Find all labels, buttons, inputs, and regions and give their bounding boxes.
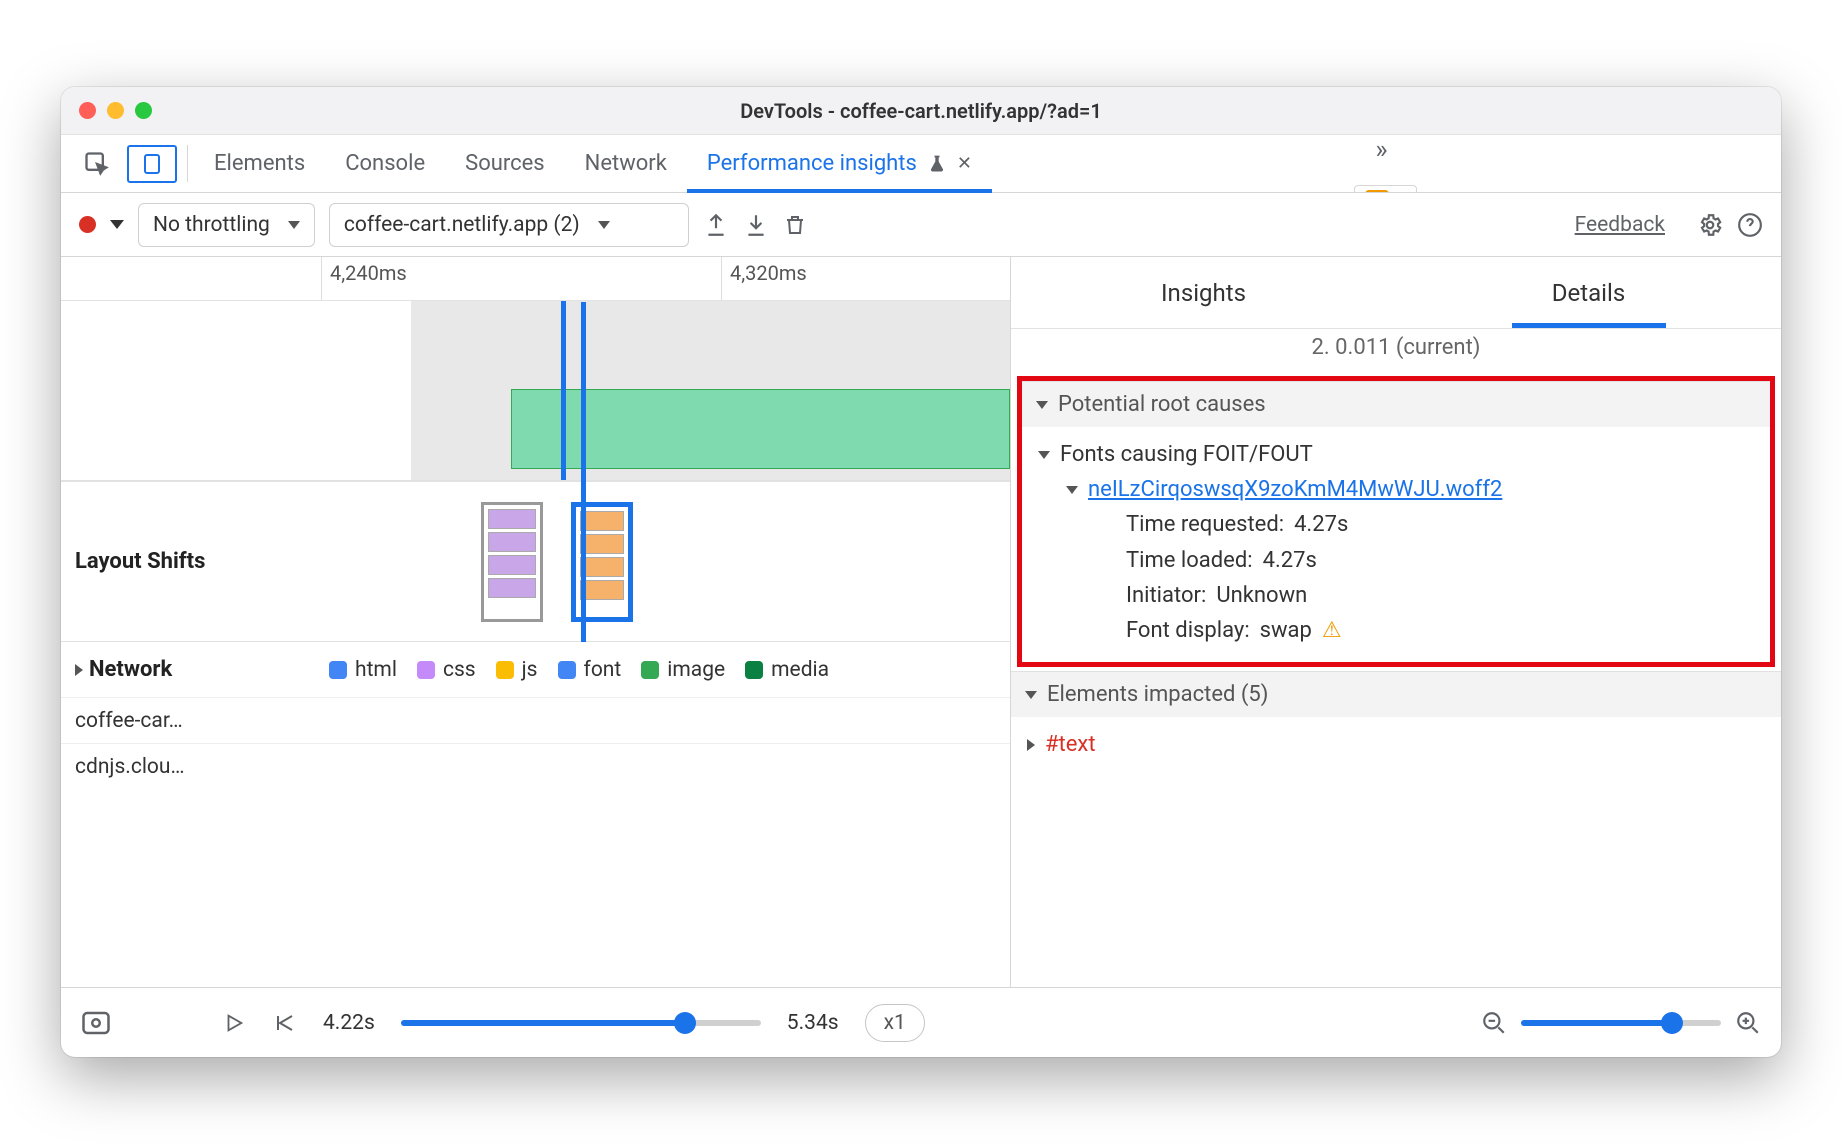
playback-end-time: 5.34s	[787, 1011, 839, 1035]
record-button[interactable]	[79, 216, 96, 233]
disclosure-open-icon	[1038, 451, 1050, 459]
issues-count: 1	[1395, 190, 1406, 192]
font-file-row[interactable]: neILzCirqoswsqX9zoKmM4MwWJU.woff2	[1038, 472, 1754, 507]
devtools-tabbar: Elements Console Sources Network Perform…	[61, 135, 1781, 193]
ruler-tick: 4,240ms	[321, 257, 407, 300]
upload-icon[interactable]	[703, 212, 729, 238]
font-display-row: Font display: swap ⚠	[1038, 613, 1754, 648]
play-icon[interactable]	[223, 1011, 245, 1035]
devtools-window: DevTools - coffee-cart.netlify.app/?ad=1…	[61, 87, 1781, 1057]
details-tabs: Insights Details	[1011, 257, 1781, 329]
tab-console[interactable]: Console	[325, 135, 445, 192]
current-item-label: 2. 0.011 (current)	[1011, 329, 1781, 372]
disclosure-icon	[75, 664, 83, 676]
tab-label: Performance insights	[707, 151, 917, 176]
time-ruler[interactable]: 4,240ms 4,320ms	[61, 257, 1010, 301]
disclosure-open-icon	[1066, 486, 1078, 494]
zoom-out-icon[interactable]	[1481, 1010, 1507, 1036]
time-loaded-row: Time loaded: 4.27s	[1038, 543, 1754, 578]
playback-slider[interactable]	[401, 1020, 761, 1026]
network-row-item[interactable]: cdnjs.clou…	[61, 743, 1010, 789]
playback-bar: 4.22s 5.34s x1	[61, 987, 1781, 1057]
section-root-causes[interactable]: Potential root causes	[1022, 382, 1770, 427]
page-select[interactable]: coffee-cart.netlify.app (2)	[329, 203, 689, 247]
timeline-panel: 4,240ms 4,320ms Layout Shifts	[61, 257, 1011, 987]
font-file-link[interactable]: neILzCirqoswsqX9zoKmM4MwWJU.woff2	[1088, 472, 1502, 507]
record-menu-caret[interactable]	[110, 220, 124, 229]
row-label[interactable]: Network	[61, 642, 321, 697]
time-requested-row: Time requested: 4.27s	[1038, 507, 1754, 542]
section-elements-impacted[interactable]: Elements impacted (5)	[1011, 672, 1781, 717]
zoom-in-icon[interactable]	[1735, 1010, 1761, 1036]
tab-close-icon[interactable]: ✕	[957, 153, 972, 174]
warning-icon: ⚠	[1322, 613, 1342, 648]
tab-performance-insights[interactable]: Performance insights ✕	[687, 135, 992, 192]
chevron-down-icon	[288, 221, 300, 229]
download-icon[interactable]	[743, 212, 769, 238]
inspect-element-icon[interactable]	[71, 135, 123, 192]
throttling-select[interactable]: No throttling	[138, 203, 315, 247]
details-panel: Insights Details 2. 0.011 (current) Pote…	[1011, 257, 1781, 987]
disclosure-icon	[1027, 739, 1035, 751]
rewind-to-start-icon[interactable]	[271, 1011, 297, 1035]
tab-insights[interactable]: Insights	[1011, 257, 1396, 328]
layout-shift-thumb[interactable]	[481, 502, 543, 622]
row-label: Layout Shifts	[61, 482, 321, 641]
ruler-tick: 4,320ms	[721, 257, 807, 300]
network-legend: html css js font image media	[321, 642, 1010, 697]
warning-icon: !	[1365, 190, 1389, 192]
fonts-foit-fout-row[interactable]: Fonts causing FOIT/FOUT	[1038, 437, 1754, 472]
details-content: 2. 0.011 (current) Potential root causes…	[1011, 329, 1781, 987]
disclosure-open-icon	[1036, 401, 1048, 409]
playhead[interactable]	[561, 301, 566, 480]
tab-network[interactable]: Network	[565, 135, 687, 192]
preview-toggle-icon[interactable]	[81, 1010, 111, 1036]
page-select-value: coffee-cart.netlify.app (2)	[344, 213, 580, 237]
layout-shifts-row: Layout Shifts	[61, 481, 1010, 641]
experiment-icon	[927, 153, 947, 175]
highlight-box: Potential root causes Fonts causing FOIT…	[1017, 376, 1775, 667]
tab-details[interactable]: Details	[1396, 257, 1781, 328]
throttling-value: No throttling	[153, 213, 270, 237]
feedback-link[interactable]: Feedback	[1575, 213, 1665, 237]
chevron-down-icon	[598, 221, 610, 229]
main-content: 4,240ms 4,320ms Layout Shifts	[61, 257, 1781, 987]
tab-sources[interactable]: Sources	[445, 135, 565, 192]
network-row-item[interactable]: coffee-car…	[61, 697, 1010, 743]
more-tabs-icon[interactable]: »	[1355, 135, 1407, 165]
perf-toolbar: No throttling coffee-cart.netlify.app (2…	[61, 193, 1781, 257]
zoom-slider[interactable]	[1521, 1020, 1721, 1026]
tab-elements[interactable]: Elements	[194, 135, 325, 192]
disclosure-open-icon	[1025, 691, 1037, 699]
playback-start-time: 4.22s	[323, 1011, 375, 1035]
titlebar: DevTools - coffee-cart.netlify.app/?ad=1	[61, 87, 1781, 135]
panel-settings-icon[interactable]	[1697, 212, 1723, 238]
divider	[187, 145, 188, 182]
network-list: coffee-car… cdnjs.clou…	[61, 697, 1010, 789]
playback-speed[interactable]: x1	[865, 1004, 925, 1042]
initiator-row: Initiator: Unknown	[1038, 578, 1754, 613]
delete-icon[interactable]	[783, 212, 807, 238]
network-legend-row: Network html css js font image media	[61, 641, 1010, 697]
issues-badge[interactable]: ! 1	[1354, 185, 1417, 192]
impacted-element-row[interactable]: #text	[1027, 727, 1765, 762]
device-toolbar-icon[interactable]	[127, 145, 177, 183]
help-icon[interactable]	[1737, 212, 1763, 238]
filmstrip-row[interactable]	[61, 301, 1010, 481]
window-title: DevTools - coffee-cart.netlify.app/?ad=1	[61, 99, 1781, 123]
